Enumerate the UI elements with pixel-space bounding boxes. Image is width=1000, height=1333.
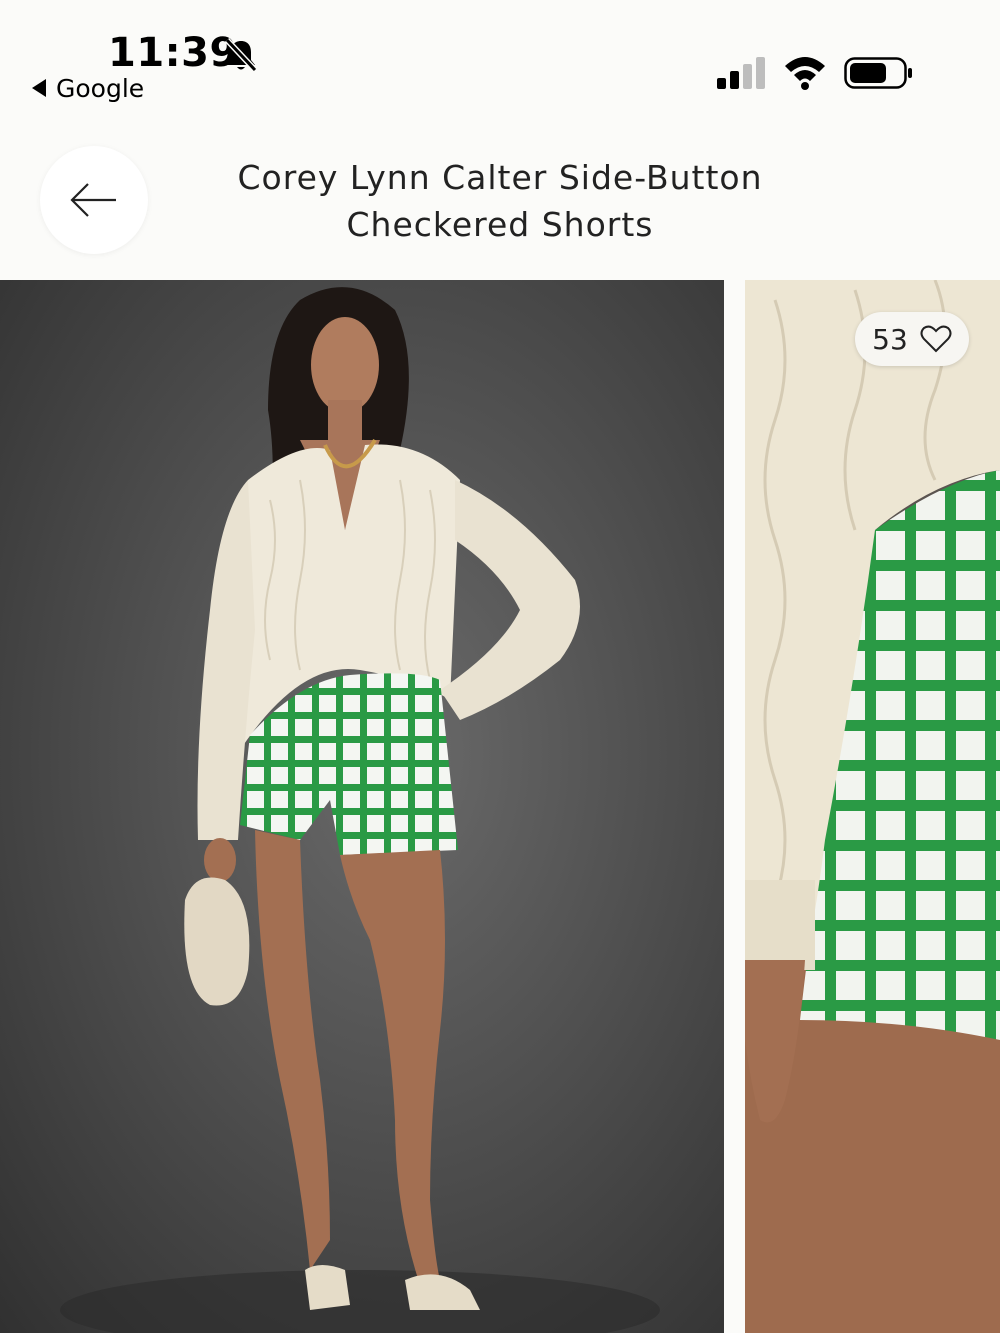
- product-photo-detail[interactable]: [745, 280, 1000, 1333]
- bell-slash-icon: [224, 37, 258, 73]
- cellular-signal-icon: [717, 57, 765, 89]
- product-header: Corey Lynn Calter Side-Button Checkered …: [0, 120, 1000, 278]
- heart-outline-icon: [920, 325, 952, 353]
- page-title-line-2: Checkered Shorts: [346, 205, 654, 244]
- back-button[interactable]: [40, 146, 148, 254]
- battery-icon: [844, 57, 912, 89]
- product-image-gallery[interactable]: 53: [0, 280, 1000, 1333]
- arrow-left-icon: [70, 183, 116, 217]
- page-title: Corey Lynn Calter Side-Button Checkered …: [200, 154, 800, 248]
- page-title-line-1: Corey Lynn Calter Side-Button: [237, 158, 763, 197]
- status-bar: 11:39 Google: [0, 0, 1000, 120]
- back-to-app-link[interactable]: Google: [32, 74, 144, 103]
- like-count: 53: [872, 322, 908, 356]
- status-time: 11:39: [108, 30, 238, 76]
- product-photo-model[interactable]: [0, 280, 724, 1333]
- like-badge[interactable]: 53: [855, 312, 969, 366]
- wifi-icon: [785, 57, 825, 90]
- back-triangle-icon: [32, 79, 46, 97]
- back-app-label: Google: [56, 74, 145, 103]
